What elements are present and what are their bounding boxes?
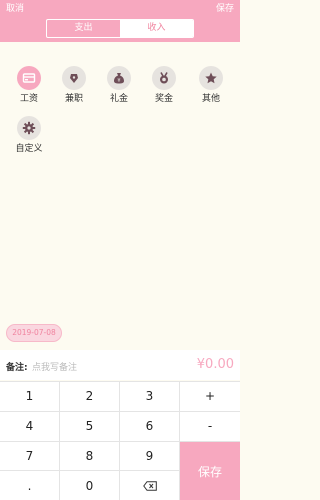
- type-segmented-control: 支出 收入: [46, 19, 194, 38]
- category-label: 自定义: [15, 144, 43, 154]
- key-3[interactable]: 3: [120, 382, 180, 412]
- key-5[interactable]: 5: [60, 411, 120, 442]
- money-bag-icon: ¥: [114, 73, 124, 84]
- pen-icon: [70, 74, 78, 83]
- category-gift-money-circle: ¥: [107, 66, 131, 90]
- category-other-circle: [199, 66, 223, 90]
- gear-icon: [22, 121, 36, 135]
- cancel-button[interactable]: 取消: [6, 3, 24, 15]
- note-row: 备注: 点我写备注 ¥0.00: [0, 350, 240, 380]
- category-custom-circle: [17, 116, 41, 140]
- category-bonus-circle: [152, 66, 176, 90]
- tab-expense[interactable]: 支出: [47, 20, 120, 37]
- note-input[interactable]: 点我写备注: [32, 360, 77, 373]
- category-custom[interactable]: 自定义: [9, 116, 49, 155]
- note-label: 备注:: [6, 363, 28, 373]
- backspace-icon: [142, 481, 157, 491]
- category-label: 兼职: [64, 94, 83, 104]
- amount-display: ¥0.00: [196, 357, 234, 372]
- key-0[interactable]: 0: [60, 471, 120, 500]
- category-bonus[interactable]: 奖金: [144, 66, 184, 105]
- category-gift-money[interactable]: ¥ 礼金: [99, 66, 139, 105]
- date-badge[interactable]: 2019-07-08: [6, 324, 62, 342]
- key-8[interactable]: 8: [60, 441, 120, 472]
- key-4[interactable]: 4: [0, 411, 60, 442]
- star-icon: [205, 72, 217, 84]
- category-label: 礼金: [109, 94, 128, 104]
- key-7[interactable]: 7: [0, 441, 60, 472]
- key-2[interactable]: 2: [60, 382, 120, 412]
- category-label: 工资: [19, 94, 38, 104]
- medal-icon: [160, 72, 168, 84]
- wallet-icon: [22, 73, 36, 83]
- save-button[interactable]: 保存: [180, 441, 240, 500]
- category-salary[interactable]: 工资: [9, 66, 49, 105]
- key-9[interactable]: 9: [120, 441, 180, 472]
- key-6[interactable]: 6: [120, 411, 180, 442]
- save-top-button[interactable]: 保存: [216, 3, 234, 15]
- top-bar: 取消 保存 支出 收入: [0, 0, 240, 42]
- backspace-key[interactable]: [120, 471, 180, 500]
- key-1[interactable]: 1: [0, 382, 60, 412]
- key-minus[interactable]: -: [180, 411, 240, 442]
- category-label: 其他: [201, 94, 220, 104]
- category-other[interactable]: 其他: [191, 66, 231, 105]
- svg-text:¥: ¥: [117, 78, 120, 84]
- category-parttime[interactable]: 兼职: [54, 66, 94, 105]
- category-label: 奖金: [154, 94, 173, 104]
- tab-income[interactable]: 收入: [120, 20, 193, 37]
- category-salary-circle: [17, 66, 41, 90]
- key-plus[interactable]: +: [180, 382, 240, 412]
- key-dot[interactable]: .: [0, 471, 60, 500]
- category-parttime-circle: [62, 66, 86, 90]
- number-keypad: 1 2 3 + 4 5 6 - 7 8 9 . 0 保存: [0, 381, 240, 500]
